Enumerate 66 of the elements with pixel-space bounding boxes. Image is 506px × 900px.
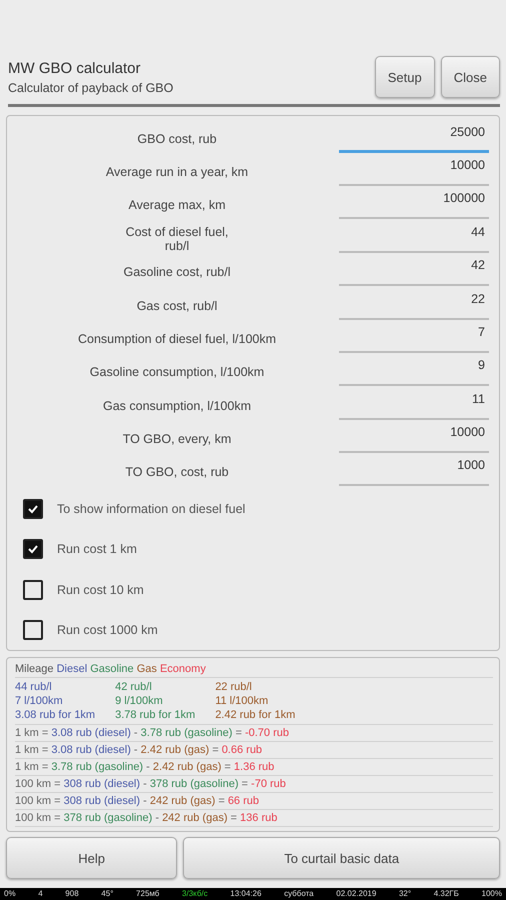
- summary-text: 11 l/100km: [215, 694, 270, 708]
- result-line: 100 km = 308 rub (diesel) - 378 rub (gasoline) = -70 rub: [15, 776, 493, 793]
- field-label: Gas consumption, l/100km: [102, 398, 252, 413]
- checkbox-label: Run cost 10 km: [57, 582, 144, 597]
- checkbox[interactable]: [23, 580, 43, 600]
- number-input[interactable]: 44: [339, 224, 489, 253]
- field-label: Average run in a year, km: [104, 165, 250, 180]
- field-label: Gasoline consumption, l/100km: [88, 365, 266, 380]
- result-line: 1 km = 3.08 rub (diesel) - 2.42 rub (gas) = 0.66 rub: [15, 742, 493, 759]
- field-label: Cost of diesel fuel, rub/l: [124, 224, 230, 253]
- number-input[interactable]: 7: [339, 324, 489, 353]
- number-input[interactable]: 100000: [339, 191, 489, 220]
- header-button[interactable]: Close: [440, 56, 500, 98]
- number-input[interactable]: 10000: [339, 158, 489, 186]
- number-input[interactable]: 9: [339, 358, 489, 386]
- result-line: 1 km = 3.08 rub (diesel) - 3.78 rub (gasoline) = -0.70 rub: [15, 725, 493, 742]
- status-text: 908: [65, 888, 79, 900]
- summary-text: 2.42 rub for 1km: [215, 708, 296, 722]
- status-text: 4: [38, 888, 43, 900]
- field-label: Gasoline cost, rub/l: [122, 265, 232, 280]
- field-label: TO GBO, every, km: [122, 432, 232, 446]
- summary-text: 7 l/100km: [15, 694, 64, 708]
- app-title: MW GBO calculator: [8, 60, 142, 76]
- check-icon: [27, 503, 39, 516]
- status-text: 13:04:26: [230, 888, 262, 900]
- status-text: 45°: [101, 888, 114, 900]
- checkbox-label: To show information on diesel fuel: [57, 502, 246, 516]
- check-icon: [27, 543, 39, 556]
- status-text: 4.32ГБ: [434, 888, 459, 900]
- number-input[interactable]: 10000: [339, 425, 489, 454]
- status-text: 32°: [398, 888, 412, 900]
- header-button[interactable]: Setup: [374, 56, 435, 98]
- status-text: 02.02.2019: [336, 888, 376, 900]
- field-label: GBO cost, rub: [136, 132, 218, 146]
- footer-button[interactable]: To curtail basic data: [183, 837, 500, 879]
- number-input[interactable]: 25000: [339, 124, 489, 153]
- status-text: суббота: [284, 888, 314, 900]
- field-label: Gas cost, rub/l: [136, 298, 218, 313]
- result-line: 1 km = 3.78 rub (gasoline) - 2.42 rub (gas) = 1.36 rub: [15, 759, 493, 776]
- summary-text: 42 rub/l: [115, 680, 153, 694]
- summary-text: 22 rub/l: [215, 680, 253, 694]
- checkbox[interactable]: [23, 539, 43, 560]
- field-label: Average max, km: [127, 198, 227, 212]
- legend-line: Mileage Diesel Gasoline Gas Economy: [15, 661, 493, 678]
- status-text: 3/3кб/с: [182, 888, 208, 900]
- checkbox[interactable]: [23, 620, 43, 640]
- number-input[interactable]: 22: [339, 292, 489, 320]
- number-input[interactable]: 42: [339, 258, 489, 286]
- number-input[interactable]: 11: [339, 392, 489, 420]
- field-label: TO GBO, cost, rub: [124, 465, 230, 480]
- checkbox-label: Run cost 1 km: [57, 542, 137, 556]
- status-text: 0%: [4, 888, 16, 900]
- status-text: 100%: [482, 888, 502, 900]
- checkbox[interactable]: [23, 499, 43, 520]
- number-input[interactable]: 1000: [339, 458, 489, 486]
- summary-text: 44 rub/l: [15, 680, 53, 694]
- summary-text: 9 l/100km: [115, 694, 164, 708]
- checkbox-label: Run cost 1000 km: [57, 622, 158, 637]
- footer-button[interactable]: Help: [6, 837, 178, 879]
- field-label: Consumption of diesel fuel, l/100km: [76, 332, 278, 346]
- status-text: 725мб: [136, 888, 160, 900]
- app-subtitle: Calculator of payback of GBO: [8, 80, 174, 94]
- result-line: 100 km = 308 rub (diesel) - 242 rub (gas) = 66 rub: [15, 793, 493, 810]
- result-line: 100 km = 378 rub (gasoline) - 242 rub (gas) = 136 rub: [15, 810, 493, 827]
- summary-text: 3.78 rub for 1km: [115, 708, 196, 722]
- summary-text: 3.08 rub for 1km: [15, 708, 96, 722]
